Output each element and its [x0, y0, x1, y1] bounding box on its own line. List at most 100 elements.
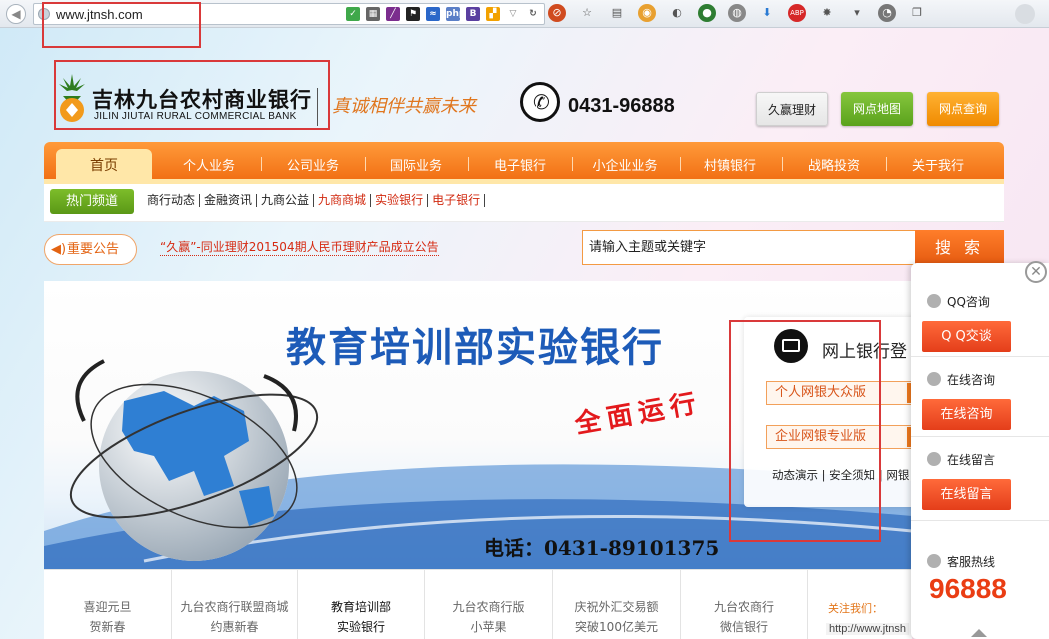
nav-personal[interactable]: 个人业务 — [164, 155, 254, 174]
jiuying-licai-button[interactable]: 久赢理财 — [756, 92, 828, 126]
bank-name: 吉林九台农村商业银行 — [92, 88, 312, 112]
flag-icon[interactable]: ⚑ — [406, 7, 420, 21]
notice-badge-label: 重要公告 — [67, 242, 120, 257]
nav-separator — [365, 157, 366, 171]
sub-link-mall[interactable]: 九商商城 — [314, 194, 372, 207]
feather-icon[interactable]: ╱ — [386, 7, 400, 21]
close-icon[interactable]: ✕ — [1025, 261, 1047, 283]
block-icon[interactable]: ⊘ — [548, 4, 566, 22]
tile-line2: 约惠新春 — [210, 620, 259, 634]
tile-line1: 教育培训部 — [330, 600, 391, 614]
bug-icon[interactable]: ✸ — [818, 4, 836, 22]
nav-village-bank[interactable]: 村镇银行 — [685, 155, 775, 174]
annotation-box-url — [42, 2, 201, 48]
b-extension-icon[interactable]: B — [466, 7, 480, 21]
fox-icon[interactable]: ◉ — [638, 4, 656, 22]
person-icon — [927, 372, 941, 386]
search-input[interactable]: 请输入主题或关键字 — [582, 230, 916, 265]
nav-about-us[interactable]: 关于我行 — [893, 155, 983, 174]
bank-name-english: JILIN JIUTAI RURAL COMMERCIAL BANK — [94, 111, 297, 122]
download-icon[interactable]: ⬇ — [758, 4, 776, 22]
nav-separator — [782, 157, 783, 171]
sub-nav-links: 商行动态 金融资讯 九商公益 九商商城 实验银行 电子银行 — [143, 194, 486, 207]
online-head: 在线咨询 — [927, 371, 995, 388]
notice-link[interactable]: “久赢”-同业理财201504期人民币理财产品成立公告 — [160, 238, 439, 256]
bookmark-star-icon[interactable]: ☆ — [578, 4, 596, 22]
branch-map-button[interactable]: 网点地图 — [841, 92, 913, 126]
qq-section: QQ咨询 Q Q交谈 — [911, 281, 1049, 357]
nav-separator — [680, 157, 681, 171]
follow-us-label: 关注我们： — [828, 602, 883, 615]
qr-code-icon[interactable]: ▦ — [366, 7, 380, 21]
tile-forex[interactable]: 庆祝外汇交易额 突破100亿美元 — [553, 570, 681, 639]
nav-home[interactable]: 首页 — [56, 149, 152, 184]
search-button[interactable]: 搜 索 — [915, 230, 1004, 265]
minimize-circle-icon[interactable] — [1015, 4, 1035, 24]
sub-link-finance-info[interactable]: 金融资讯 — [200, 194, 258, 207]
hotline-head: 客服热线 — [927, 553, 995, 570]
banner-title: 教育培训部实验银行 — [286, 325, 664, 371]
tile-new-year[interactable]: 喜迎元旦 贺新春 — [44, 570, 172, 639]
nav-separator — [572, 157, 573, 171]
follow-url[interactable]: http://www.jtnsh — [826, 623, 910, 635]
wave-icon[interactable]: ≈ — [426, 7, 440, 21]
service-hotline-number: 96888 — [929, 573, 1007, 604]
menu-dropdown-icon[interactable]: ▾ — [848, 4, 866, 22]
tile-line1: 九台农商行版 — [452, 600, 525, 614]
windows-icon[interactable]: ▞ — [486, 7, 500, 21]
palette-icon[interactable]: ◐ — [668, 4, 686, 22]
nav-ebanking[interactable]: 电子银行 — [475, 155, 565, 174]
tile-line2: 微信银行 — [719, 620, 768, 634]
tile-mall[interactable]: 九台农商行联盟商城 约惠新春 — [172, 570, 298, 639]
bank-logo-icon — [59, 74, 85, 122]
tile-line1: 庆祝外汇交易额 — [574, 600, 659, 614]
globe-menu-icon[interactable]: ◍ — [728, 4, 746, 22]
message-head-label: 在线留言 — [947, 453, 996, 467]
tile-line1: 喜迎元旦 — [83, 600, 132, 614]
tile-wechat-bank[interactable]: 九台农商行 微信银行 — [681, 570, 808, 639]
scroll-up-icon[interactable] — [971, 629, 987, 637]
main-nav: 首页 个人业务 公司业务 国际业务 电子银行 小企业业务 村镇银行 战略投资 关… — [44, 142, 1004, 184]
php-icon[interactable]: php — [446, 7, 465, 21]
online-consult-section: 在线咨询 在线咨询 — [911, 357, 1049, 437]
reload-icon[interactable]: ↻ — [526, 7, 540, 21]
sub-link-ebank[interactable]: 电子银行 — [428, 194, 486, 207]
tile-line1: 九台农商行联盟商城 — [180, 600, 289, 614]
tile-line1: 九台农商行 — [713, 600, 774, 614]
sub-link-charity[interactable]: 九商公益 — [257, 194, 315, 207]
nav-strategic-investment[interactable]: 战略投资 — [789, 155, 879, 174]
nav-corporate[interactable]: 公司业务 — [268, 155, 358, 174]
back-arrow-icon[interactable]: ◀ — [6, 4, 26, 24]
user-mask-icon[interactable]: ◔ — [878, 4, 896, 22]
leave-message-button[interactable]: 在线留言 — [922, 479, 1011, 510]
branch-query-button[interactable]: 网点查询 — [927, 92, 999, 126]
nav-separator — [261, 157, 262, 171]
tile-line2: 小苹果 — [470, 620, 507, 634]
dropdown-arrow-icon[interactable]: ▽ — [506, 7, 520, 21]
slogan: 真诚相伴共赢未来 — [332, 96, 476, 117]
qq-chat-button[interactable]: Q Q交谈 — [922, 321, 1011, 352]
hot-channel-label[interactable]: 热门频道 — [50, 189, 134, 214]
bookmark-list-icon[interactable]: ▤ — [608, 4, 626, 22]
tile-little-apple[interactable]: 九台农商行版 小苹果 — [425, 570, 553, 639]
nav-small-business[interactable]: 小企业业务 — [577, 155, 673, 174]
browser-extensions: ⊘ ☆ ▤ ◉ ◐ ● ◍ ⬇ ABP ✸ ▾ ◔ ❐ — [548, 4, 926, 22]
tile-lab-bank[interactable]: 教育培训部 实验银行 — [298, 570, 425, 639]
notice-badge: ◀) 重要公告 — [44, 234, 137, 265]
tile-line2: 贺新春 — [89, 620, 126, 634]
window-icon[interactable]: ❐ — [908, 4, 926, 22]
shield-green-icon[interactable]: ● — [698, 4, 716, 22]
message-icon — [927, 452, 941, 466]
customer-service-panel: ✕ QQ咨询 Q Q交谈 在线咨询 在线咨询 在线留言 在线留言 客服热线 96… — [911, 261, 1049, 639]
shield-icon[interactable]: ✓ — [346, 7, 360, 21]
sub-link-news[interactable]: 商行动态 — [143, 194, 201, 207]
address-bar-icons: ✓ ▦ ╱ ⚑ ≈ php B ▞ ▽ ↻ — [346, 7, 540, 21]
nav-separator — [886, 157, 887, 171]
nav-separator — [468, 157, 469, 171]
qq-head-label: QQ咨询 — [947, 295, 990, 309]
feature-tiles: 喜迎元旦 贺新春 九台农商行联盟商城 约惠新春 教育培训部 实验银行 九台农商行… — [44, 569, 912, 639]
nav-international[interactable]: 国际业务 — [371, 155, 461, 174]
adblock-icon[interactable]: ABP — [788, 4, 806, 22]
sub-link-lab-bank[interactable]: 实验银行 — [371, 194, 429, 207]
online-consult-button[interactable]: 在线咨询 — [922, 399, 1011, 430]
